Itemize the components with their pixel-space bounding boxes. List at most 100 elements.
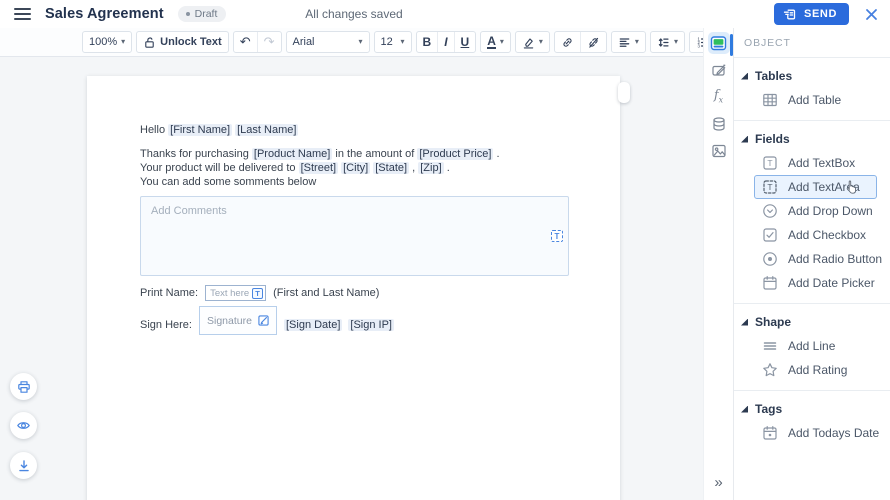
- collapse-panel-chevron-icon[interactable]: »: [704, 475, 733, 490]
- eye-icon: [16, 418, 31, 433]
- print-name-hint: (First and Last Name): [273, 287, 379, 299]
- printer-icon: [17, 380, 31, 394]
- align-button[interactable]: ▾: [612, 32, 645, 52]
- section-header-fields[interactable]: Fields: [734, 127, 890, 151]
- download-button[interactable]: [10, 452, 37, 479]
- add-date-picker-item[interactable]: Add Date Picker: [734, 271, 890, 295]
- merge-token-sign-ip[interactable]: [Sign IP]: [348, 319, 394, 331]
- merge-token-first-name[interactable]: [First Name]: [168, 124, 232, 136]
- item-label: Add Date Picker: [788, 276, 875, 290]
- add-table-item[interactable]: Add Table: [734, 88, 890, 112]
- textbox-icon: T: [762, 155, 778, 171]
- status-badge-label: Draft: [195, 8, 218, 20]
- document-page[interactable]: Hello [First Name] [Last Name] Thanks fo…: [87, 76, 620, 500]
- italic-label: I: [444, 35, 447, 49]
- section-title: Tags: [755, 402, 782, 416]
- svg-text:T: T: [767, 182, 772, 192]
- merge-token-last-name[interactable]: [Last Name]: [235, 124, 298, 136]
- merge-token-zip[interactable]: [Zip]: [418, 162, 443, 174]
- sign-here-label: Sign Here:: [140, 319, 192, 331]
- object-panel: OBJECT Tables Add Table Fields: [733, 28, 890, 500]
- send-document-icon: [783, 7, 798, 22]
- signature-field[interactable]: Signature: [199, 306, 277, 335]
- panel-title: OBJECT: [734, 28, 890, 58]
- add-todays-date-item[interactable]: Add Todays Date: [734, 421, 890, 445]
- rail-tab-signature[interactable]: [708, 59, 730, 81]
- remove-link-button[interactable]: [580, 32, 606, 52]
- add-checkbox-item[interactable]: Add Checkbox: [734, 223, 890, 247]
- item-label: Add Radio Button: [788, 252, 882, 266]
- svg-text:3: 3: [697, 43, 700, 48]
- ordered-list-icon: 123: [696, 36, 703, 49]
- rail-tab-formula[interactable]: fx: [708, 86, 730, 108]
- merge-token-product-price[interactable]: [Product Price]: [417, 148, 493, 160]
- section-shape: Shape Add Line Add Rating: [734, 304, 890, 391]
- merge-token-product-name[interactable]: [Product Name]: [252, 148, 332, 160]
- rail-tab-image[interactable]: [708, 140, 730, 162]
- underline-label: U: [461, 35, 470, 49]
- section-title: Tables: [755, 69, 792, 83]
- merge-token-city[interactable]: [City]: [341, 162, 370, 174]
- comments-textarea-field[interactable]: Add Comments T: [140, 196, 569, 276]
- sidebar-icon-rail: fx »: [703, 28, 733, 500]
- preview-button[interactable]: [10, 412, 37, 439]
- print-name-textbox-field[interactable]: Text here T: [205, 285, 266, 301]
- date-picker-icon: [762, 275, 778, 291]
- hamburger-menu-icon[interactable]: [14, 8, 31, 20]
- close-icon[interactable]: [865, 8, 878, 21]
- rail-tab-object[interactable]: [708, 32, 730, 54]
- section-tables: Tables Add Table: [734, 58, 890, 121]
- redo-icon: ↷: [264, 34, 275, 50]
- add-textbox-item[interactable]: T Add TextBox: [734, 151, 890, 175]
- send-button[interactable]: SEND: [774, 3, 849, 25]
- underline-button[interactable]: U: [454, 32, 476, 52]
- paragraph-comments-intro: You can add some somments below: [140, 175, 620, 189]
- line-spacing-icon: [657, 36, 670, 49]
- chevron-down-icon: ▾: [500, 38, 504, 46]
- section-header-shape[interactable]: Shape: [734, 310, 890, 334]
- database-icon: [711, 116, 727, 132]
- merge-token-state[interactable]: [State]: [373, 162, 409, 174]
- canvas-scrollbar-thumb[interactable]: [618, 82, 630, 103]
- print-button[interactable]: [10, 373, 37, 400]
- rail-tab-data[interactable]: [708, 113, 730, 135]
- redo-button[interactable]: ↷: [257, 32, 281, 52]
- merge-token-sign-date[interactable]: [Sign Date]: [284, 319, 342, 331]
- add-rating-item[interactable]: Add Rating: [734, 358, 890, 382]
- font-family-select[interactable]: Arial ▾: [287, 32, 369, 52]
- greeting-text: Hello: [140, 124, 165, 136]
- bold-button[interactable]: B: [417, 32, 438, 52]
- italic-button[interactable]: I: [437, 32, 453, 52]
- dropdown-icon: [762, 203, 778, 219]
- section-header-tags[interactable]: Tags: [734, 397, 890, 421]
- add-dropdown-item[interactable]: Add Drop Down: [734, 199, 890, 223]
- zoom-select[interactable]: 100% ▾: [83, 32, 131, 52]
- ordered-list-button[interactable]: 123: [690, 32, 703, 52]
- undo-button[interactable]: ↶: [234, 32, 257, 52]
- merge-token-street[interactable]: [Street]: [299, 162, 338, 174]
- link-icon: [561, 36, 574, 49]
- formatting-toolbar: 100% ▾ Unlock Text ↶ ↷: [0, 28, 703, 57]
- section-header-tables[interactable]: Tables: [734, 64, 890, 88]
- image-icon: [711, 143, 727, 159]
- line-icon: [762, 338, 778, 354]
- item-label: Add Line: [788, 339, 835, 353]
- font-size-select[interactable]: 12 ▾: [375, 32, 411, 52]
- line-spacing-button[interactable]: ▾: [651, 32, 684, 52]
- hand-cursor-icon: [845, 180, 858, 197]
- item-label: Add Drop Down: [788, 204, 873, 218]
- chevron-down-icon: ▾: [674, 38, 678, 46]
- add-textarea-item[interactable]: T Add TextArea: [754, 175, 877, 199]
- textbox-field-icon: T: [252, 288, 263, 299]
- status-badge: Draft: [178, 6, 227, 22]
- status-dot-icon: [186, 12, 190, 16]
- checkbox-icon: [762, 227, 778, 243]
- insert-link-button[interactable]: [555, 32, 580, 52]
- signature-placeholder: Signature: [207, 315, 252, 327]
- print-name-row: Print Name: Text here T (First and Last …: [140, 285, 620, 301]
- highlight-color-button[interactable]: ▾: [516, 32, 549, 52]
- add-radio-button-item[interactable]: Add Radio Button: [734, 247, 890, 271]
- text-color-button[interactable]: A ▾: [481, 32, 510, 52]
- unlock-text-button[interactable]: Unlock Text: [137, 32, 228, 52]
- add-line-item[interactable]: Add Line: [734, 334, 890, 358]
